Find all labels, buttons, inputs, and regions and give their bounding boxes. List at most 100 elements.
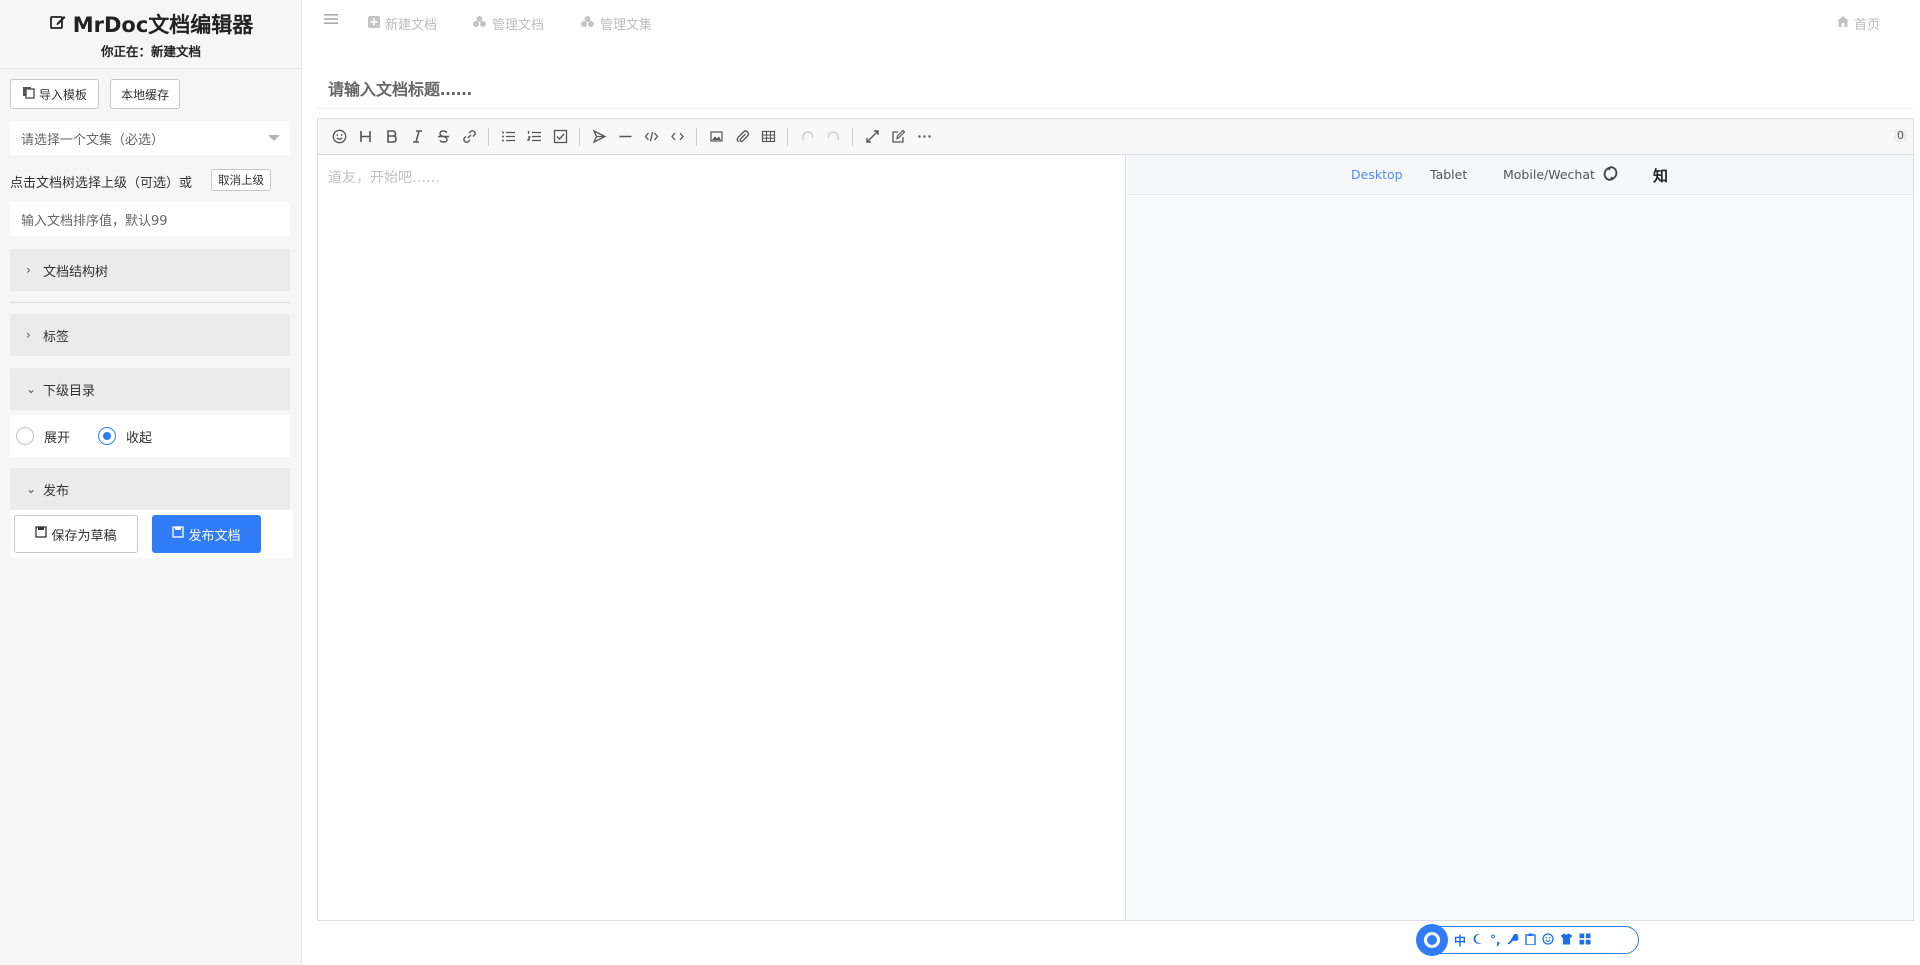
brand: MrDoc文档编辑器 你正在：新建文档 (0, 10, 302, 60)
preview-tablet-tab[interactable]: Tablet (1430, 167, 1467, 182)
attachment-icon[interactable] (729, 124, 755, 150)
sub-dir-panel-header[interactable]: ⌄ 下级目录 (10, 368, 290, 410)
expand-label: 展开 (44, 430, 71, 446)
local-cache-button[interactable]: 本地缓存 (110, 79, 180, 109)
nav-new-doc[interactable]: 新建文档 (368, 14, 437, 33)
collapse-radio[interactable] (98, 427, 117, 445)
local-cache-label: 本地缓存 (120, 87, 169, 102)
punctuation-toggle[interactable]: °, (1490, 933, 1501, 947)
unordered-list-icon[interactable] (495, 124, 521, 150)
quote-icon[interactable] (586, 124, 612, 150)
toolbar-divider (696, 127, 697, 146)
more-icon[interactable] (911, 124, 937, 150)
edit-icon (49, 12, 67, 36)
image-icon[interactable] (703, 124, 729, 150)
nav-manage-collections[interactable]: 管理文集 (580, 14, 652, 33)
hamburger-icon (324, 13, 338, 29)
smile-icon[interactable] (1541, 932, 1554, 948)
publish-actions: 保存为草稿 发布文档 (10, 510, 293, 558)
import-template-label: 导入模板 (38, 87, 87, 102)
publish-section-label: 发布 (43, 483, 70, 499)
save-draft-label: 保存为草稿 (51, 528, 117, 544)
strikethrough-icon[interactable] (430, 124, 456, 150)
save-draft-button[interactable]: 保存为草稿 (14, 515, 138, 553)
collection-select[interactable]: 请选择一个文集（必选） (10, 121, 290, 155)
import-template-button[interactable]: 导入模板 (10, 79, 99, 109)
preview-pane: Desktop Tablet Mobile/Wechat 知 (1127, 155, 1913, 920)
wrench-icon[interactable] (1507, 933, 1519, 948)
plus-square-icon (368, 15, 380, 32)
top-nav: 新建文档 管理文档 管理文集 首页 (303, 0, 1920, 48)
emoji-icon[interactable] (326, 124, 352, 150)
cubes-icon (580, 15, 595, 32)
ime-logo-icon[interactable] (1416, 924, 1448, 956)
tags-panel-header[interactable]: › 标签 (10, 314, 290, 356)
caret-down-icon (268, 135, 280, 141)
sort-input[interactable]: 输入文档排序值，默认99 (10, 202, 290, 236)
zhihu-icon[interactable]: 知 (1653, 165, 1668, 186)
nav-manage-docs-label: 管理文档 (492, 18, 545, 33)
brand-title: MrDoc文档编辑器 (72, 13, 254, 37)
home-icon (1837, 16, 1849, 31)
undo-icon[interactable] (794, 124, 820, 150)
current-location: 你正在：新建文档 (100, 44, 201, 59)
editor-toolbar: 0 (318, 119, 1913, 155)
link-icon[interactable] (456, 124, 482, 150)
tags-label: 标签 (43, 329, 70, 345)
wechat-theme-icon[interactable] (1602, 165, 1619, 185)
cancel-parent-button[interactable]: 取消上级 (211, 169, 271, 191)
chevron-right-icon: › (26, 328, 31, 342)
collection-select-placeholder: 请选择一个文集（必选） (21, 132, 165, 148)
editor-placeholder: 道友，开始吧…… (328, 170, 440, 186)
skin-icon[interactable] (1560, 933, 1573, 948)
toolbar-divider (852, 127, 853, 146)
chevron-right-icon: › (26, 263, 31, 277)
bold-icon[interactable] (378, 124, 404, 150)
editor-input-pane[interactable]: 道友，开始吧…… (318, 155, 1126, 920)
markdown-editor: 0 道友，开始吧…… Desktop Tablet Mobile/Wechat … (317, 118, 1914, 921)
collapse-label: 收起 (126, 430, 153, 446)
doc-title-input[interactable] (318, 71, 1913, 109)
chinese-mode-toggle[interactable]: 中 (1454, 932, 1466, 949)
nav-new-doc-label: 新建文档 (385, 18, 438, 33)
expand-radio[interactable] (16, 427, 34, 445)
divider (0, 68, 302, 69)
sort-input-placeholder: 输入文档排序值，默认99 (21, 213, 168, 229)
redo-icon[interactable] (820, 124, 846, 150)
clipboard-icon[interactable] (1524, 933, 1536, 948)
save-icon (35, 526, 48, 542)
publish-doc-label: 发布文档 (188, 528, 241, 544)
nav-manage-docs[interactable]: 管理文档 (472, 14, 544, 33)
save-icon (172, 526, 185, 542)
fullscreen-icon[interactable] (859, 124, 885, 150)
table-icon[interactable] (755, 124, 781, 150)
publish-panel-header[interactable]: ⌄ 发布 (10, 468, 290, 510)
sub-dir-options: 展开 收起 (10, 415, 290, 457)
ordered-list-icon[interactable] (521, 124, 547, 150)
parent-hint: 点击文档树选择上级（可选）或 (10, 176, 193, 191)
cubes-icon (472, 15, 487, 32)
nav-manage-collections-label: 管理文集 (600, 18, 653, 33)
sidebar: MrDoc文档编辑器 你正在：新建文档 导入模板 本地缓存 请选择一个文集（必选… (0, 0, 302, 965)
heading-icon[interactable] (352, 124, 378, 150)
nav-home[interactable]: 首页 (1837, 14, 1880, 33)
edit-mode-icon[interactable] (885, 124, 911, 150)
italic-icon[interactable] (404, 124, 430, 150)
toolbar-divider (787, 127, 788, 146)
doc-tree-panel-header[interactable]: › 文档结构树 (10, 249, 290, 291)
horizontal-rule-icon[interactable] (612, 124, 638, 150)
divider (10, 302, 290, 303)
grid-icon[interactable] (1579, 933, 1591, 948)
publish-doc-button[interactable]: 发布文档 (152, 515, 261, 553)
nav-home-label: 首页 (1854, 18, 1881, 33)
copy-icon (22, 86, 35, 102)
toolbar-divider (579, 127, 580, 146)
code-block-icon[interactable] (638, 124, 664, 150)
preview-desktop-tab[interactable]: Desktop (1351, 167, 1403, 182)
doc-tree-label: 文档结构树 (43, 264, 109, 280)
task-list-icon[interactable] (547, 124, 573, 150)
preview-mobile-tab[interactable]: Mobile/Wechat (1503, 167, 1595, 182)
menu-toggle[interactable] (324, 13, 338, 29)
inline-code-icon[interactable] (664, 124, 690, 150)
moon-icon[interactable] (1472, 933, 1484, 948)
